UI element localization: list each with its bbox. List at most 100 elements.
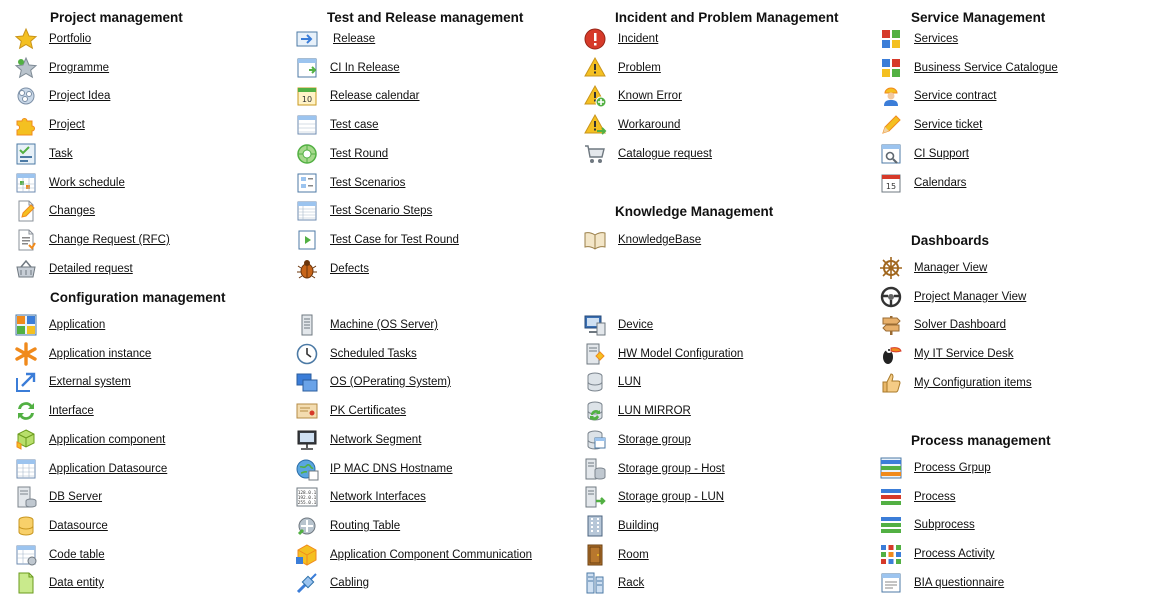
menu-item-rack[interactable]: Rack	[583, 570, 644, 596]
menu-item-label[interactable]: Application	[49, 318, 105, 332]
menu-item-label[interactable]: Changes	[49, 204, 95, 218]
menu-item-label[interactable]: Datasource	[49, 519, 108, 533]
menu-item-label[interactable]: Service contract	[914, 89, 996, 103]
menu-item-service-ticket[interactable]: Service ticket	[879, 112, 982, 138]
menu-item-lun-mirror[interactable]: LUN MIRROR	[583, 398, 691, 424]
menu-item-machine-os-server[interactable]: Machine (OS Server)	[295, 312, 438, 338]
menu-item-portfolio[interactable]: Portfolio	[14, 26, 91, 52]
menu-item-process-grpup[interactable]: Process Grpup	[879, 455, 991, 481]
menu-item-code-table[interactable]: Code table	[14, 542, 105, 568]
menu-item-label[interactable]: Portfolio	[49, 32, 91, 46]
menu-item-changes[interactable]: Changes	[14, 198, 95, 224]
menu-item-label[interactable]: BIA questionnaire	[914, 576, 1004, 590]
menu-item-manager-view[interactable]: Manager View	[879, 255, 987, 281]
menu-item-label[interactable]: Machine (OS Server)	[330, 318, 438, 332]
menu-item-label[interactable]: Device	[618, 318, 653, 332]
menu-item-label[interactable]: Catalogue request	[618, 147, 712, 161]
menu-item-label[interactable]: CI In Release	[330, 61, 400, 75]
menu-item-label[interactable]: IP MAC DNS Hostname	[330, 462, 453, 476]
menu-item-label[interactable]: Calendars	[914, 176, 966, 190]
menu-item-label[interactable]: Test Case for Test Round	[330, 233, 459, 247]
menu-item-label[interactable]: Programme	[49, 61, 109, 75]
menu-item-label[interactable]: Project	[49, 118, 85, 132]
menu-item-label[interactable]: Code table	[49, 548, 105, 562]
menu-item-data-entity[interactable]: Data entity	[14, 570, 104, 596]
menu-item-ip-mac-dns-hostname[interactable]: IP MAC DNS Hostname	[295, 456, 453, 482]
menu-item-label[interactable]: Detailed request	[49, 262, 133, 276]
menu-item-pk-certificates[interactable]: PK Certificates	[295, 398, 406, 424]
menu-item-label[interactable]: Process	[914, 490, 956, 504]
menu-item-label[interactable]: Defects	[330, 262, 369, 276]
menu-item-label[interactable]: Test Scenarios	[330, 176, 405, 190]
menu-item-application[interactable]: Application	[14, 312, 105, 338]
menu-item-label[interactable]: Problem	[618, 61, 661, 75]
menu-item-label[interactable]: Work schedule	[49, 176, 125, 190]
menu-item-label[interactable]: HW Model Configuration	[618, 347, 743, 361]
menu-item-label[interactable]: KnowledgeBase	[618, 233, 701, 247]
menu-item-building[interactable]: Building	[583, 513, 659, 539]
menu-item-label[interactable]: PK Certificates	[330, 404, 406, 418]
menu-item-services[interactable]: Services	[879, 26, 958, 52]
menu-item-application-datasource[interactable]: Application Datasource	[14, 456, 167, 482]
menu-item-label[interactable]: Manager View	[914, 261, 987, 275]
menu-item-detailed-request[interactable]: Detailed request	[14, 256, 133, 282]
menu-item-application-component-communication[interactable]: Application Component Communication	[295, 542, 532, 568]
menu-item-application-instance[interactable]: Application instance	[14, 341, 151, 367]
menu-item-process[interactable]: Process	[879, 484, 956, 510]
menu-item-label[interactable]: Services	[914, 32, 958, 46]
menu-item-label[interactable]: Room	[618, 548, 649, 562]
menu-item-hw-model-configuration[interactable]: HW Model Configuration	[583, 341, 743, 367]
menu-item-test-scenario-steps[interactable]: Test Scenario Steps	[295, 198, 432, 224]
menu-item-test-case[interactable]: Test case	[295, 112, 379, 138]
menu-item-label[interactable]: Test Scenario Steps	[330, 204, 432, 218]
menu-item-defects[interactable]: Defects	[295, 256, 369, 282]
menu-item-my-it-service-desk[interactable]: My IT Service Desk	[879, 341, 1013, 367]
menu-item-calendars[interactable]: 15 Calendars	[879, 170, 966, 196]
menu-item-lun[interactable]: LUN	[583, 369, 641, 395]
menu-item-project-idea[interactable]: Project Idea	[14, 83, 110, 109]
menu-item-my-configuration-items[interactable]: My Configuration items	[879, 370, 1032, 396]
menu-item-label[interactable]: Service ticket	[914, 118, 982, 132]
menu-item-label[interactable]: Storage group	[618, 433, 691, 447]
menu-item-os-operating-system[interactable]: OS (OPerating System)	[295, 369, 451, 395]
menu-item-ci-support[interactable]: CI Support	[879, 141, 969, 167]
menu-item-known-error[interactable]: Known Error	[583, 83, 682, 109]
menu-item-label[interactable]: Known Error	[618, 89, 682, 103]
menu-item-label[interactable]: My IT Service Desk	[914, 347, 1013, 361]
menu-item-application-component[interactable]: Application component	[14, 427, 165, 453]
menu-item-label[interactable]: Test Round	[330, 147, 388, 161]
menu-item-label[interactable]: Data entity	[49, 576, 104, 590]
menu-item-problem[interactable]: Problem	[583, 55, 661, 81]
menu-item-label[interactable]: Building	[618, 519, 659, 533]
menu-item-label[interactable]: DB Server	[49, 490, 102, 504]
menu-item-subprocess[interactable]: Subprocess	[879, 512, 975, 538]
menu-item-change-request-rfc[interactable]: Change Request (RFC)	[14, 227, 170, 253]
menu-item-label[interactable]: Storage group - Host	[618, 462, 725, 476]
menu-item-release-calendar[interactable]: 10 Release calendar	[295, 83, 420, 109]
menu-item-label[interactable]: Solver Dashboard	[914, 318, 1006, 332]
menu-item-label[interactable]: Release calendar	[330, 89, 420, 103]
menu-item-label[interactable]: Project Idea	[49, 89, 110, 103]
menu-item-label[interactable]: Process Activity	[914, 547, 995, 561]
menu-item-label[interactable]: OS (OPerating System)	[330, 375, 451, 389]
menu-item-label[interactable]: CI Support	[914, 147, 969, 161]
menu-item-cabling[interactable]: Cabling	[295, 570, 369, 596]
menu-item-workaround[interactable]: Workaround	[583, 112, 680, 138]
menu-item-label[interactable]: Application Datasource	[49, 462, 167, 476]
menu-item-incident[interactable]: Incident	[583, 26, 658, 52]
menu-item-label[interactable]: Task	[49, 147, 73, 161]
menu-item-business-service-catalogue[interactable]: Business Service Catalogue	[879, 55, 1058, 81]
menu-item-programme[interactable]: Programme	[14, 55, 109, 81]
menu-item-label[interactable]: Change Request (RFC)	[49, 233, 170, 247]
menu-item-interface[interactable]: Interface	[14, 398, 94, 424]
menu-item-knowledgebase[interactable]: KnowledgeBase	[583, 227, 701, 253]
menu-item-label[interactable]: Incident	[618, 32, 658, 46]
menu-item-label[interactable]: My Configuration items	[914, 376, 1032, 390]
menu-item-label[interactable]: Test case	[330, 118, 379, 132]
menu-item-label[interactable]: Application instance	[49, 347, 151, 361]
menu-item-work-schedule[interactable]: Work schedule	[14, 170, 125, 196]
menu-item-label[interactable]: Subprocess	[914, 518, 975, 532]
menu-item-process-activity[interactable]: Process Activity	[879, 541, 995, 567]
menu-item-network-interfaces[interactable]: 128.0.1 192.0.1 255.0.1 Network Interfaces	[295, 484, 426, 510]
menu-item-release[interactable]: Release	[295, 26, 375, 52]
